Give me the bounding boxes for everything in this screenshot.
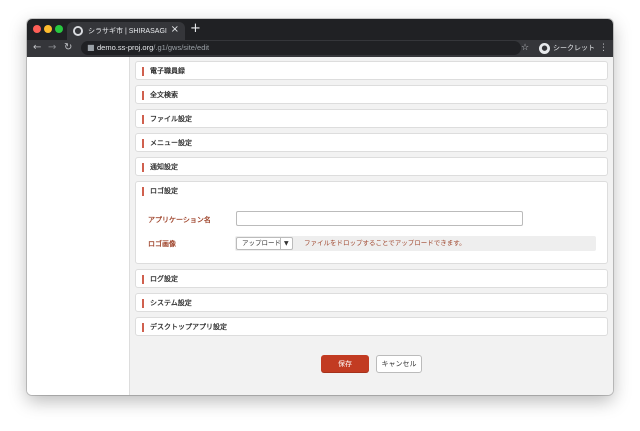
caret-down-icon[interactable]: ▼ bbox=[284, 238, 289, 249]
forward-arrow-icon[interactable]: → bbox=[48, 41, 56, 55]
reload-icon[interactable]: ↻ bbox=[64, 41, 72, 55]
section-system-settings[interactable]: システム設定 bbox=[135, 293, 608, 312]
upload-button-divider bbox=[280, 238, 281, 249]
back-arrow-icon[interactable]: ← bbox=[33, 41, 41, 55]
url-host: demo.ss-proj.org bbox=[97, 43, 154, 52]
section-title: 全文検索 bbox=[142, 91, 178, 100]
section-title: デスクトップアプリ設定 bbox=[142, 323, 227, 332]
section-desktop-app-settings[interactable]: デスクトップアプリ設定 bbox=[135, 317, 608, 336]
section-log-settings[interactable]: ログ設定 bbox=[135, 269, 608, 288]
section-logo-settings: ロゴ設定 アプリケーション名 ロゴ画像 アップロード ▼ ファイルをドロップする… bbox=[135, 181, 608, 264]
section-title: 電子職員録 bbox=[142, 67, 185, 76]
save-button[interactable]: 保存 bbox=[321, 355, 369, 373]
url-text: demo.ss-proj.org/.g1/gws/site/edit bbox=[97, 41, 209, 55]
browser-window: ● シラサギ市 | SHIRASAGI × + ← → ↻ ■ demo.ss-… bbox=[27, 19, 613, 395]
drop-hint-text: ファイルをドロップすることでアップロードできます。 bbox=[304, 239, 466, 247]
address-bar[interactable]: ■ demo.ss-proj.org/.g1/gws/site/edit bbox=[81, 41, 521, 55]
upload-button-label: アップロード bbox=[242, 239, 281, 247]
section-file-settings[interactable]: ファイル設定 bbox=[135, 109, 608, 128]
zoom-window-button[interactable] bbox=[55, 25, 63, 33]
app-name-input[interactable] bbox=[236, 211, 523, 226]
settings-form: 電子職員録 全文検索 ファイル設定 メニュー設定 通知設定 ロゴ設定 アプリケー… bbox=[135, 57, 608, 395]
tab-title: シラサギ市 | SHIRASAGI bbox=[88, 28, 167, 35]
section-title: システム設定 bbox=[142, 299, 192, 308]
tab-close-icon[interactable]: × bbox=[171, 24, 179, 35]
logo-image-label: ロゴ画像 bbox=[148, 240, 176, 248]
browser-menu-icon[interactable]: ⋮ bbox=[599, 41, 608, 55]
browser-tab[interactable]: ● シラサギ市 | SHIRASAGI × bbox=[67, 22, 185, 40]
section-title: メニュー設定 bbox=[142, 139, 192, 148]
close-window-button[interactable] bbox=[33, 25, 41, 33]
section-title: 通知設定 bbox=[142, 163, 178, 172]
section-staff-directory[interactable]: 電子職員録 bbox=[135, 61, 608, 80]
section-title: ログ設定 bbox=[142, 275, 178, 284]
left-sidebar bbox=[27, 57, 130, 395]
section-menu-settings[interactable]: メニュー設定 bbox=[135, 133, 608, 152]
tab-strip: ● シラサギ市 | SHIRASAGI × + bbox=[27, 19, 613, 40]
new-tab-icon[interactable]: + bbox=[190, 21, 201, 37]
app-name-label: アプリケーション名 bbox=[148, 216, 211, 224]
section-title[interactable]: ロゴ設定 bbox=[142, 187, 178, 196]
page-viewport: 電子職員録 全文検索 ファイル設定 メニュー設定 通知設定 ロゴ設定 アプリケー… bbox=[27, 57, 613, 395]
cancel-button[interactable]: キャンセル bbox=[376, 355, 422, 373]
section-notification-settings[interactable]: 通知設定 bbox=[135, 157, 608, 176]
incognito-label[interactable]: シークレット bbox=[553, 41, 595, 55]
section-title: ファイル設定 bbox=[142, 115, 192, 124]
site-favicon-icon: ● bbox=[73, 26, 83, 36]
minimize-window-button[interactable] bbox=[44, 25, 52, 33]
section-full-text-search[interactable]: 全文検索 bbox=[135, 85, 608, 104]
upload-dropdown-button[interactable]: アップロード ▼ bbox=[236, 237, 293, 250]
bookmark-star-icon[interactable]: ☆ bbox=[521, 41, 529, 55]
url-path: /.g1/gws/site/edit bbox=[153, 43, 210, 52]
lock-icon: ■ bbox=[87, 43, 95, 52]
incognito-icon[interactable]: ● bbox=[539, 43, 550, 54]
browser-toolbar: ← → ↻ ■ demo.ss-proj.org/.g1/gws/site/ed… bbox=[27, 40, 613, 57]
